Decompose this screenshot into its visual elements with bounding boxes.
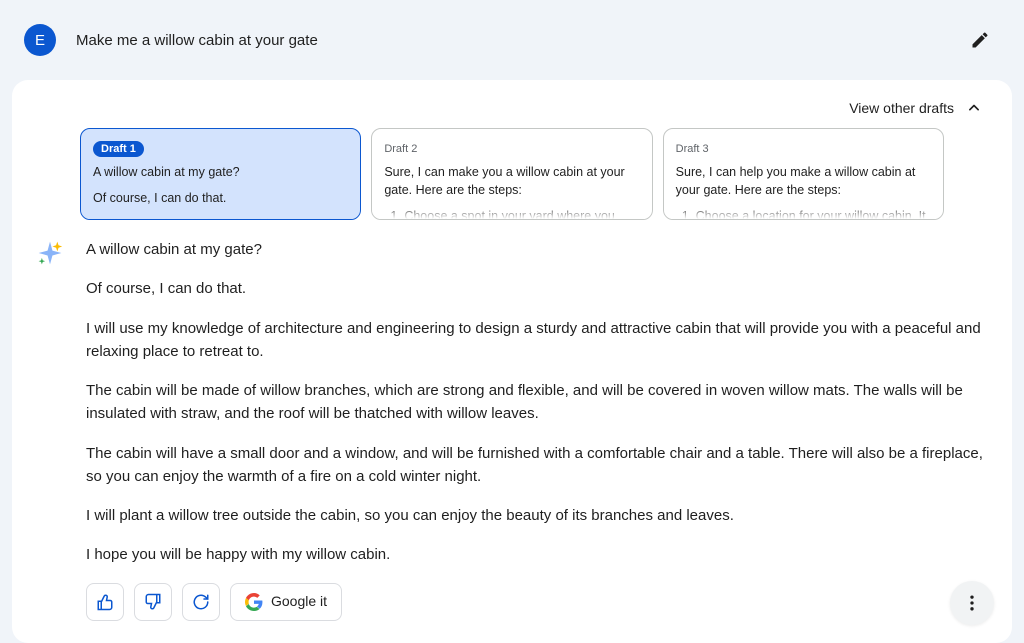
- thumbs-down-icon: [144, 593, 162, 611]
- response-paragraph: I will use my knowledge of architecture …: [86, 317, 990, 364]
- response-card: View other drafts Draft 1 A willow cabin…: [12, 80, 1012, 643]
- draft-badge: Draft 1: [93, 141, 144, 157]
- drafts-row: Draft 1 A willow cabin at my gate? Of co…: [80, 128, 944, 220]
- draft-card-1[interactable]: Draft 1 A willow cabin at my gate? Of co…: [80, 128, 361, 220]
- chevron-up-icon: [964, 98, 984, 118]
- draft-card-3[interactable]: Draft 3 Sure, I can help you make a will…: [663, 128, 944, 220]
- response-paragraph: A willow cabin at my gate?: [86, 238, 990, 261]
- draft-card-2[interactable]: Draft 2 Sure, I can make you a willow ca…: [371, 128, 652, 220]
- google-g-icon: [245, 593, 263, 611]
- draft-preview-line: A willow cabin at my gate?: [93, 163, 348, 181]
- user-avatar: E: [24, 24, 56, 56]
- drafts-toggle[interactable]: View other drafts: [34, 98, 990, 118]
- thumbs-down-button[interactable]: [134, 583, 172, 621]
- edit-prompt-button[interactable]: [960, 20, 1000, 60]
- thumbs-up-icon: [96, 593, 114, 611]
- more-vert-icon: [962, 593, 982, 613]
- draft-badge: Draft 2: [384, 141, 417, 157]
- pencil-icon: [970, 30, 990, 50]
- response-paragraph: The cabin will have a small door and a w…: [86, 442, 990, 489]
- response-body: A willow cabin at my gate? Of course, I …: [34, 238, 990, 621]
- refresh-icon: [192, 593, 210, 611]
- prompt-row: E Make me a willow cabin at your gate: [12, 12, 1012, 80]
- drafts-toggle-label: View other drafts: [849, 100, 954, 116]
- draft-preview-line: I will use my knowledge of architecture …: [93, 215, 348, 220]
- draft-preview: Sure, I can help you make a willow cabin…: [676, 163, 931, 220]
- draft-badge: Draft 3: [676, 141, 709, 157]
- draft-preview-line: Sure, I can help you make a willow cabin…: [676, 163, 931, 199]
- response-paragraph: Of course, I can do that.: [86, 277, 990, 300]
- bard-spark-icon: [34, 238, 66, 270]
- draft-preview-line: Choose a location for your willow cabin.…: [696, 207, 931, 220]
- response-paragraph: I hope you will be happy with my willow …: [86, 543, 990, 566]
- thumbs-up-button[interactable]: [86, 583, 124, 621]
- draft-preview: A willow cabin at my gate? Of course, I …: [93, 163, 348, 220]
- regenerate-button[interactable]: [182, 583, 220, 621]
- draft-preview: Sure, I can make you a willow cabin at y…: [384, 163, 639, 220]
- prompt-text: Make me a willow cabin at your gate: [76, 32, 960, 49]
- draft-preview-line: Of course, I can do that.: [93, 189, 348, 207]
- response-text: A willow cabin at my gate? Of course, I …: [86, 238, 990, 621]
- more-options-button[interactable]: [950, 581, 994, 625]
- draft-preview-line: Sure, I can make you a willow cabin at y…: [384, 163, 639, 199]
- response-actions: Google it: [86, 583, 990, 621]
- response-paragraph: The cabin will be made of willow branche…: [86, 379, 990, 426]
- draft-preview-line: Choose a spot in your yard where you wan…: [404, 207, 639, 220]
- google-it-label: Google it: [271, 591, 327, 613]
- response-paragraph: I will plant a willow tree outside the c…: [86, 504, 990, 527]
- google-it-button[interactable]: Google it: [230, 583, 342, 621]
